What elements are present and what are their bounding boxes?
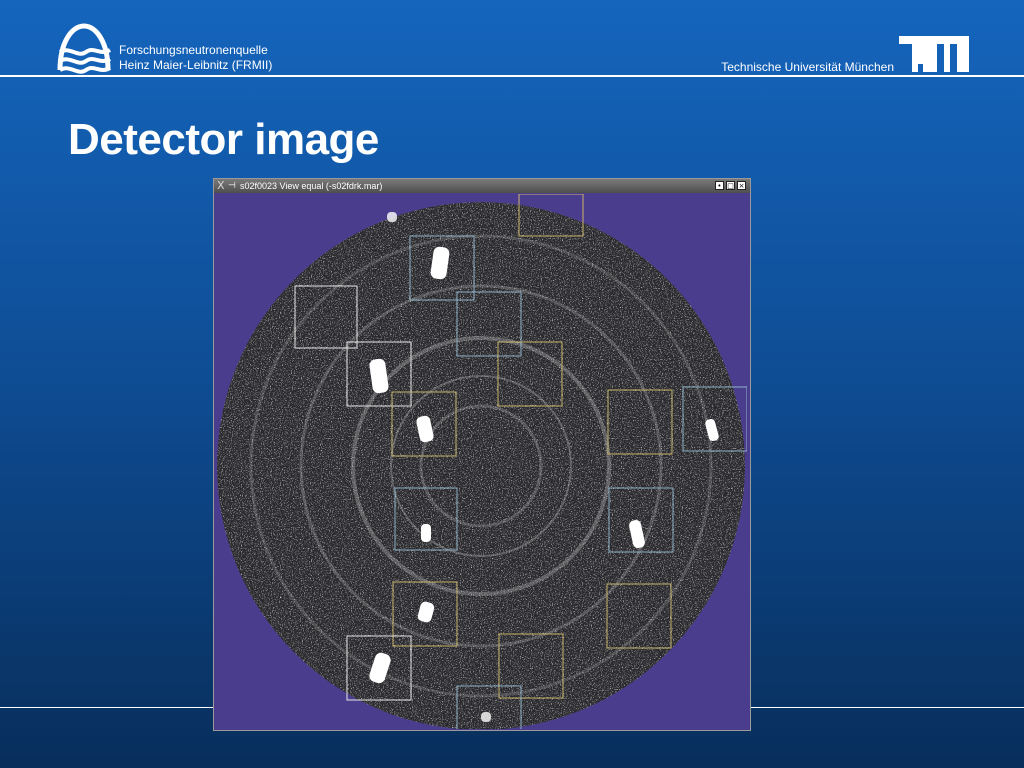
viewer-titlebar[interactable]: X ⊣ s02f0023 View equal (-s02fdrk.mar) •… — [214, 179, 750, 193]
frm-logo-icon — [57, 23, 112, 74]
university-name: Technische Universität München — [721, 60, 894, 74]
pin-icon[interactable]: ⊣ — [228, 179, 236, 193]
detector-disc — [217, 202, 745, 729]
detector-viewer-window[interactable]: X ⊣ s02f0023 View equal (-s02fdrk.mar) •… — [213, 178, 751, 731]
tum-logo-icon — [899, 36, 969, 72]
institute-line-1: Forschungsneutronenquelle — [119, 43, 268, 57]
page-title: Detector image — [68, 115, 379, 164]
viewer-title: s02f0023 View equal (-s02fdrk.mar) — [240, 181, 383, 191]
x-window-icon: X — [217, 179, 225, 192]
reflection-spot — [421, 524, 431, 542]
institute-line-2: Heinz Maier-Leibnitz (FRMII) — [119, 58, 273, 72]
institute-name: Forschungsneutronenquelle Heinz Maier-Le… — [119, 43, 272, 73]
detector-image[interactable] — [217, 194, 747, 729]
slide-header: Forschungsneutronenquelle Heinz Maier-Le… — [0, 0, 1024, 78]
minimize-icon[interactable]: • — [715, 181, 724, 190]
reflection-spot — [387, 212, 397, 222]
close-icon[interactable]: × — [737, 181, 746, 190]
reflection-spot — [481, 712, 491, 722]
header-divider — [0, 75, 1024, 77]
maximize-icon[interactable]: □ — [726, 181, 735, 190]
